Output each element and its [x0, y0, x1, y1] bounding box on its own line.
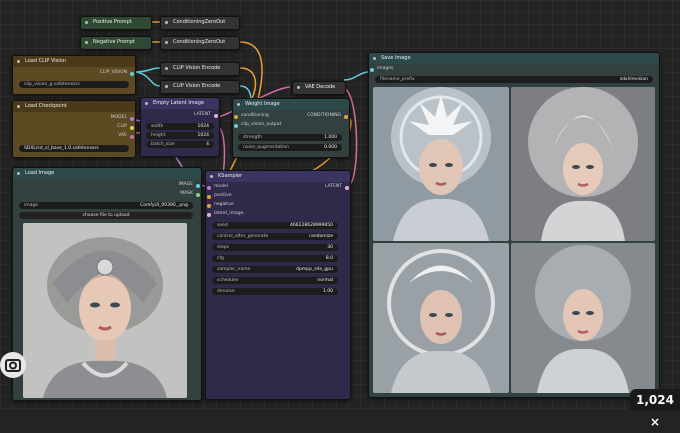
- negative-input[interactable]: negative: [207, 201, 234, 209]
- clip-vision-output[interactable]: CLIP_VISION: [100, 69, 134, 77]
- portrait-illustration: [23, 223, 187, 398]
- output-image-1: [373, 87, 509, 241]
- noise-augmentation-widget[interactable]: noise_augmentation 0.000: [238, 144, 342, 151]
- weight-image-title: Weight Image: [233, 99, 349, 110]
- loaded-image-preview: [23, 223, 187, 398]
- save-image-title: Save Image: [369, 53, 659, 64]
- save-image-node[interactable]: Save Image images filename_prefix sdxl/re…: [368, 52, 660, 398]
- negative-prompt-node[interactable]: Negative Prompt: [80, 36, 152, 50]
- control-after-generate-widget[interactable]: control_after_generate randomize: [212, 233, 338, 240]
- image-output[interactable]: IMAGE: [178, 181, 200, 189]
- load-clip-vision-node[interactable]: Load CLIP Vision CLIP_VISION clip_vision…: [12, 55, 136, 95]
- output-image-2: [511, 87, 655, 241]
- camera-icon: [5, 359, 21, 372]
- image-size-badge: 1,024 ×: [630, 389, 680, 429]
- ckpt-name-select[interactable]: SDXL/sd_xl_base_1.0.safetensors: [19, 145, 129, 152]
- images-input[interactable]: images: [370, 65, 393, 73]
- clip-output[interactable]: CLIP: [117, 123, 134, 131]
- model-output[interactable]: MODEL: [111, 114, 134, 122]
- conditioning-zero-out-title: ConditioningZeroOut: [161, 17, 239, 28]
- positive-input[interactable]: positive: [207, 192, 232, 200]
- positive-prompt-title: Positive Prompt: [81, 17, 151, 28]
- clip-name-select[interactable]: clip_vision_g.safetensors: [19, 81, 129, 88]
- ksampler-title: KSampler: [206, 171, 350, 182]
- conditioning-output[interactable]: CONDITIONING: [307, 112, 348, 120]
- weight-image-node[interactable]: Weight Image conditioning CONDITIONING c…: [232, 98, 350, 158]
- sampler-name-widget[interactable]: sampler_name dpmpp_sde_gpu: [212, 266, 338, 273]
- conditioning-zero-out-node-2[interactable]: ConditioningZeroOut: [160, 36, 240, 50]
- latent-image-input[interactable]: latent_image: [207, 210, 243, 218]
- latent-output[interactable]: LATENT: [194, 111, 218, 119]
- filename-prefix-widget[interactable]: filename_prefix sdxl/revision: [375, 76, 653, 83]
- load-checkpoint-title: Load Checkpoint: [13, 101, 135, 112]
- ksampler-latent-output[interactable]: LATENT: [325, 183, 349, 191]
- portrait-illustration: [373, 243, 509, 393]
- vae-decode-title: VAE Decode: [293, 82, 345, 93]
- ksampler-node[interactable]: KSampler LATENT model positive negative …: [205, 170, 351, 400]
- positive-prompt-node[interactable]: Positive Prompt: [80, 16, 152, 30]
- conditioning-zero-out-node-1[interactable]: ConditioningZeroOut: [160, 16, 240, 30]
- strength-widget[interactable]: strength 1.000: [238, 134, 342, 141]
- conditioning-input[interactable]: conditioning: [234, 112, 269, 120]
- load-image-node[interactable]: Load Image IMAGE MASK image ComfyUI_00390…: [12, 167, 202, 401]
- batch-size-widget[interactable]: batch_size 4: [146, 141, 214, 148]
- output-image-4: [511, 243, 655, 393]
- clip-vision-encode-node-2[interactable]: CLIP Vision Encode: [160, 80, 240, 94]
- portrait-illustration: [511, 87, 655, 241]
- choose-file-button[interactable]: choose file to upload: [19, 212, 193, 219]
- model-input[interactable]: model: [207, 183, 228, 191]
- mask-output[interactable]: MASK: [180, 190, 200, 198]
- load-image-title: Load Image: [13, 168, 201, 179]
- portrait-illustration: [373, 87, 509, 241]
- lens-search-button[interactable]: [0, 352, 26, 378]
- load-clip-vision-title: Load CLIP Vision: [13, 56, 135, 67]
- portrait-illustration: [511, 243, 655, 393]
- seed-widget[interactable]: seed 466228628999850: [212, 222, 338, 229]
- output-image-3: [373, 243, 509, 393]
- clip-vision-encode-title: CLIP Vision Encode: [161, 81, 239, 92]
- empty-latent-image-node[interactable]: Empty Latent Image LATENT width 1024 heig…: [140, 97, 220, 157]
- empty-latent-title: Empty Latent Image: [141, 98, 219, 109]
- image-select[interactable]: image ComfyUI_00390_.png: [19, 202, 193, 209]
- load-checkpoint-node[interactable]: Load Checkpoint MODEL CLIP VAE SDXL/sd_x…: [12, 100, 136, 158]
- conditioning-zero-out-title: ConditioningZeroOut: [161, 37, 239, 48]
- vae-output[interactable]: VAE: [118, 132, 134, 140]
- negative-prompt-title: Negative Prompt: [81, 37, 151, 48]
- clip-vision-output-input[interactable]: clip_vision_output: [234, 121, 281, 129]
- steps-widget[interactable]: steps 30: [212, 244, 338, 251]
- vae-decode-node[interactable]: VAE Decode: [292, 81, 346, 95]
- clip-vision-encode-node-1[interactable]: CLIP Vision Encode: [160, 62, 240, 76]
- height-widget[interactable]: height 1024: [146, 132, 214, 139]
- scheduler-widget[interactable]: scheduler normal: [212, 277, 338, 284]
- width-widget[interactable]: width 1024: [146, 123, 214, 130]
- clip-vision-encode-title: CLIP Vision Encode: [161, 63, 239, 74]
- cfg-widget[interactable]: cfg 8.0: [212, 255, 338, 262]
- denoise-widget[interactable]: denoise 1.00: [212, 288, 338, 295]
